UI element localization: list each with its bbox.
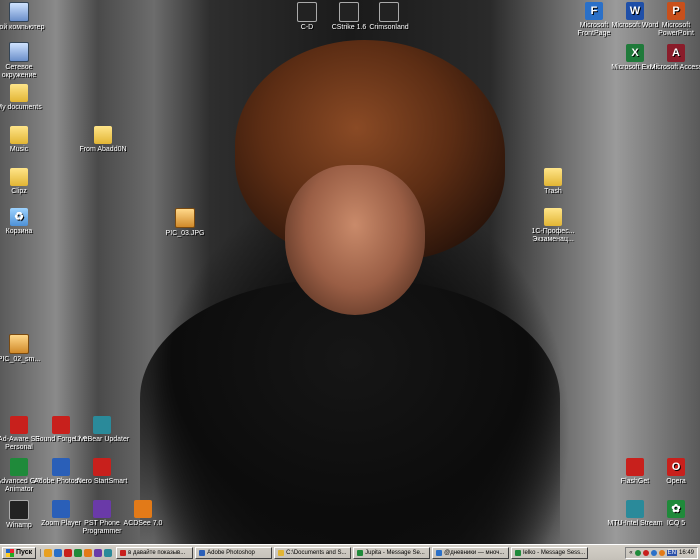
clock[interactable]: 16:49 bbox=[679, 550, 694, 556]
tray-icon[interactable] bbox=[642, 549, 649, 556]
computer-icon bbox=[9, 2, 29, 22]
language-indicator[interactable]: EN bbox=[666, 549, 677, 556]
task-button[interactable]: Jupita - Message Se... bbox=[353, 546, 431, 559]
word-icon: W bbox=[626, 2, 644, 20]
task-list: в давайте показыв... Adobe Photoshop C:\… bbox=[116, 546, 625, 559]
cd-app-icon bbox=[297, 2, 317, 22]
access-icon: A bbox=[667, 44, 685, 62]
desktop-icon-clipz[interactable]: Clipz bbox=[0, 168, 50, 196]
tray-icon[interactable] bbox=[658, 549, 665, 556]
gif-animator-icon bbox=[10, 458, 28, 476]
quick-launch-icon[interactable] bbox=[104, 548, 113, 557]
desktop-icon-acdsee[interactable]: ACDSee 7.0 bbox=[112, 500, 174, 528]
folder-shortcut-icon bbox=[10, 126, 28, 144]
tray-icon[interactable] bbox=[650, 549, 657, 556]
flashget-icon bbox=[626, 458, 644, 476]
recycle-bin-icon: ♻ bbox=[10, 208, 28, 226]
desktop-icon-livebear[interactable]: LiveBear Updater bbox=[71, 416, 133, 444]
acdsee-icon bbox=[134, 500, 152, 518]
desktop-icon-pic03[interactable]: PIC_03.JPG bbox=[154, 208, 216, 238]
adaware-icon bbox=[10, 416, 28, 434]
opera-icon bbox=[120, 549, 127, 556]
opera-icon: O bbox=[667, 458, 685, 476]
soundforge-icon bbox=[52, 416, 70, 434]
quick-launch-icon[interactable] bbox=[94, 548, 103, 557]
desktop-icon-access[interactable]: A Microsoft Access bbox=[645, 44, 700, 72]
desktop-icon-opera[interactable]: O Opera bbox=[645, 458, 700, 486]
zoomplayer-icon bbox=[52, 500, 70, 518]
start-button[interactable]: Пуск bbox=[2, 546, 37, 559]
desktop-icon-my-computer[interactable]: Мой компьютер bbox=[0, 2, 50, 32]
photoshop-icon bbox=[199, 549, 206, 556]
livebear-icon bbox=[93, 416, 111, 434]
desktop-icon-trash[interactable]: Trash bbox=[522, 168, 584, 196]
desktop-icon-powerpoint[interactable]: P Microsoft PowerPoint bbox=[645, 2, 700, 38]
system-tray: « EN 16:49 bbox=[625, 546, 698, 559]
desktop-icon-music[interactable]: Music bbox=[0, 126, 50, 154]
desktop-icon-pic02[interactable]: PIC_02_sm... bbox=[0, 334, 50, 364]
mtu-stream-icon bbox=[626, 500, 644, 518]
desktop-icon-icq[interactable]: ✿ ICQ 5 bbox=[645, 500, 700, 528]
quick-launch-icon[interactable] bbox=[84, 548, 93, 557]
winamp-icon bbox=[9, 500, 29, 520]
folder-icon bbox=[94, 126, 112, 144]
taskbar: Пуск в давайте показыв... Adobe Photosho… bbox=[0, 544, 700, 560]
photoshop-icon bbox=[52, 458, 70, 476]
task-button[interactable]: в давайте показыв... bbox=[116, 546, 194, 559]
wallpaper-figure-face bbox=[285, 165, 425, 315]
folder-icon bbox=[544, 168, 562, 186]
folder-icon bbox=[278, 549, 285, 556]
counter-strike-icon bbox=[339, 2, 359, 22]
task-button[interactable]: C:\Documents and S... bbox=[274, 546, 352, 559]
network-icon bbox=[9, 42, 29, 62]
browser-icon bbox=[436, 549, 443, 556]
windows-logo-icon bbox=[6, 548, 14, 557]
image-file-icon bbox=[9, 334, 29, 354]
crimsonland-icon bbox=[379, 2, 399, 22]
desktop-icon-nero[interactable]: Nero StartSmart bbox=[71, 458, 133, 486]
folder-icon bbox=[10, 84, 28, 102]
task-button[interactable]: lelko - Message Sess... bbox=[511, 546, 589, 559]
icq-icon: ✿ bbox=[667, 500, 685, 518]
desktop-icon-crimsonland[interactable]: Crimsonland bbox=[358, 2, 420, 32]
quick-launch bbox=[40, 548, 113, 557]
tray-expand-icon[interactable]: « bbox=[629, 550, 632, 556]
desktop-icon-1c[interactable]: 1С-Профес... Экзаменац... bbox=[522, 208, 584, 244]
quick-launch-icon[interactable] bbox=[44, 548, 53, 557]
excel-icon: X bbox=[626, 44, 644, 62]
folder-shortcut-icon bbox=[10, 168, 28, 186]
desktop-icon-network[interactable]: Сетевое окружение bbox=[0, 42, 50, 80]
pst-phone-icon bbox=[93, 500, 111, 518]
task-button[interactable]: @дневники — мноч... bbox=[432, 546, 510, 559]
icq-icon bbox=[357, 549, 364, 556]
folder-icon bbox=[544, 208, 562, 226]
quick-launch-icon[interactable] bbox=[54, 548, 63, 557]
tray-icon[interactable] bbox=[634, 549, 641, 556]
quick-launch-icon[interactable] bbox=[64, 548, 73, 557]
desktop-icon-my-documents[interactable]: My documents bbox=[0, 84, 50, 112]
task-button[interactable]: Adobe Photoshop bbox=[195, 546, 273, 559]
desktop: Мой компьютер Сетевое окружение My docum… bbox=[0, 0, 700, 544]
desktop-icon-recycle-bin[interactable]: ♻ Корзина bbox=[0, 208, 50, 236]
quick-launch-icon[interactable] bbox=[74, 548, 83, 557]
icq-icon bbox=[515, 549, 522, 556]
frontpage-icon: F bbox=[585, 2, 603, 20]
image-file-icon bbox=[175, 208, 195, 228]
powerpoint-icon: P bbox=[667, 2, 685, 20]
desktop-icon-from-abaddon[interactable]: From Abadd0N bbox=[72, 126, 134, 154]
wallpaper-figure-body bbox=[140, 280, 560, 544]
nero-icon bbox=[93, 458, 111, 476]
